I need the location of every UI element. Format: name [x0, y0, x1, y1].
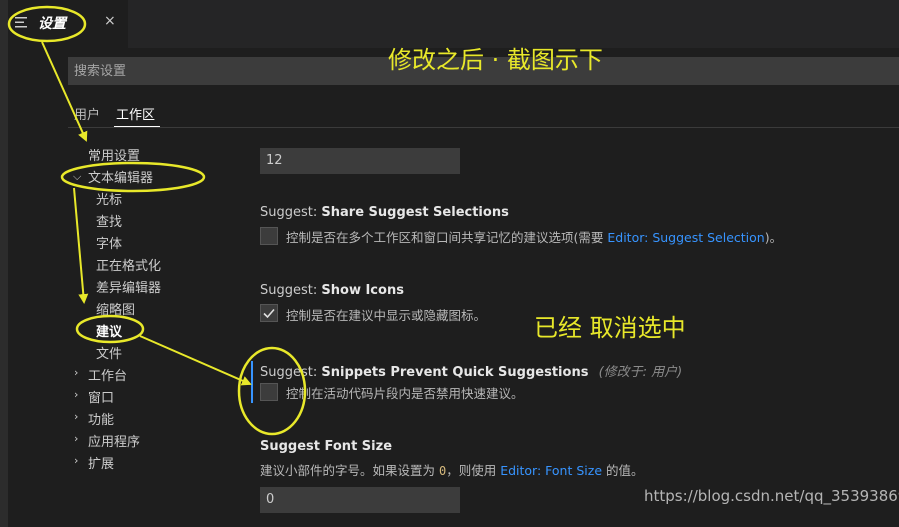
- annotation-circle-suggest: [75, 314, 145, 344]
- annotation-overlay: [7, 5, 307, 436]
- annotation-middle-text: 已经 取消选中: [534, 314, 686, 342]
- annotation-arrow: [139, 335, 252, 386]
- watermark: https://blog.csdn.net/qq_35393869: [644, 487, 899, 505]
- annotation-arrow: [73, 187, 89, 304]
- annotation-circle-text-editor: [60, 161, 206, 193]
- annotation-circle-checkbox: [237, 346, 307, 436]
- annotation-arrow: [41, 41, 88, 142]
- annotation-top-text: 修改之后 · 截图示下: [388, 46, 603, 74]
- annotation-circle-settings: [7, 5, 87, 43]
